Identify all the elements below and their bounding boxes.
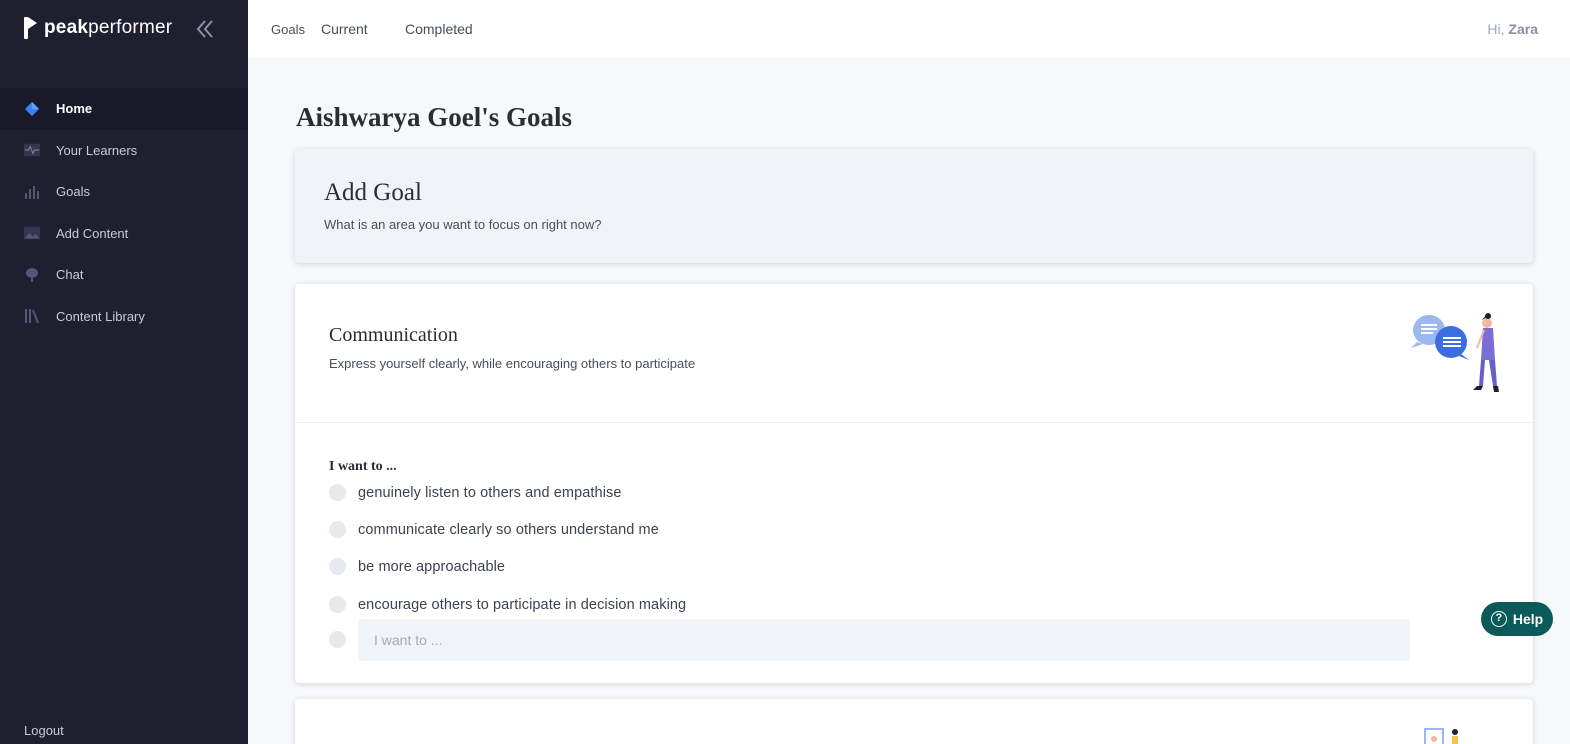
goal-title: Communication: [329, 324, 458, 346]
goal-card-next: [295, 699, 1533, 744]
radio-button[interactable]: [329, 558, 346, 575]
microphone-icon: [24, 267, 40, 283]
page-title: Aishwarya Goel's Goals: [296, 102, 573, 132]
sidebar-item-add-content[interactable]: Add Content: [0, 213, 248, 255]
tab-completed[interactable]: Completed: [405, 21, 473, 37]
option-label: be more approachable: [358, 558, 506, 575]
help-label: Help: [1512, 611, 1544, 627]
sidebar-item-goals[interactable]: Goals: [0, 171, 248, 213]
goal-description: Express yourself clearly, while encourag…: [329, 356, 696, 371]
sidebar-item-label: Your Learners: [56, 142, 138, 158]
add-goal-title: Add Goal: [324, 179, 422, 206]
home-diamond-icon: [24, 101, 40, 117]
sidebar-item-your-learners[interactable]: Your Learners: [0, 130, 248, 172]
sidebar-item-home[interactable]: Home: [0, 88, 248, 130]
sidebar-item-chat[interactable]: Chat: [0, 254, 248, 296]
goal-option[interactable]: communicate clearly so others understand…: [329, 521, 659, 538]
radio-button[interactable]: [329, 484, 346, 501]
custom-goal-input[interactable]: [358, 619, 1410, 661]
sidebar-item-content-library[interactable]: Content Library: [0, 296, 248, 338]
add-goal-card[interactable]: Add Goal What is an area you want to foc…: [295, 149, 1533, 263]
tab-current[interactable]: Current: [321, 21, 368, 37]
tab-goals[interactable]: Goals: [271, 22, 305, 37]
activity-icon: [24, 142, 40, 158]
card-divider: [295, 422, 1533, 423]
option-label: communicate clearly so others understand…: [358, 521, 659, 538]
radio-button[interactable]: [329, 596, 346, 613]
topbar: Goals Current Completed Hi, Zara: [248, 0, 1570, 58]
want-to-label: I want to ...: [329, 459, 397, 474]
goal-illustration-icon: [1424, 728, 1458, 744]
help-button[interactable]: ? Help: [1481, 602, 1553, 636]
question-icon: ?: [1490, 611, 1507, 627]
goal-option[interactable]: encourage others to participate in decis…: [329, 596, 686, 613]
sidebar-item-label: Home: [56, 101, 93, 117]
option-label: encourage others to participate in decis…: [358, 596, 687, 613]
double-chevron-left-icon: [196, 20, 213, 38]
brand-logo[interactable]: peakperformer: [22, 14, 172, 42]
bar-chart-icon: [24, 184, 40, 200]
add-goal-subtitle: What is an area you want to focus on rig…: [324, 217, 602, 232]
sidebar-item-label: Goals: [56, 184, 90, 200]
goal-option[interactable]: be more approachable: [329, 558, 505, 575]
sidebar-item-label: Add Content: [56, 225, 129, 241]
library-icon: [24, 308, 40, 324]
sidebar-item-label: Content Library: [56, 308, 145, 324]
custom-option-radio[interactable]: [329, 631, 346, 648]
sidebar-nav: Home Your Learners Goals Add Content Cha…: [0, 88, 248, 337]
logout-link[interactable]: Logout: [24, 723, 64, 738]
collapse-sidebar-button[interactable]: [192, 16, 218, 42]
brand-name: peakperformer: [44, 17, 173, 38]
goal-option[interactable]: genuinely listen to others and empathise: [329, 484, 622, 501]
radio-button[interactable]: [329, 521, 346, 538]
communication-illustration-icon: [1411, 313, 1499, 392]
image-icon: [24, 225, 40, 241]
goal-card-communication: Communication Express yourself clearly, …: [295, 284, 1533, 683]
option-label: genuinely listen to others and empathise: [358, 484, 622, 501]
user-name: Zara: [1508, 21, 1538, 37]
sidebar: peakperformer Home Your Learners Goals A…: [0, 0, 248, 744]
user-greeting: Hi, Zara: [1487, 21, 1538, 37]
logo-flag-icon: [22, 15, 38, 41]
sidebar-item-label: Chat: [56, 267, 84, 283]
